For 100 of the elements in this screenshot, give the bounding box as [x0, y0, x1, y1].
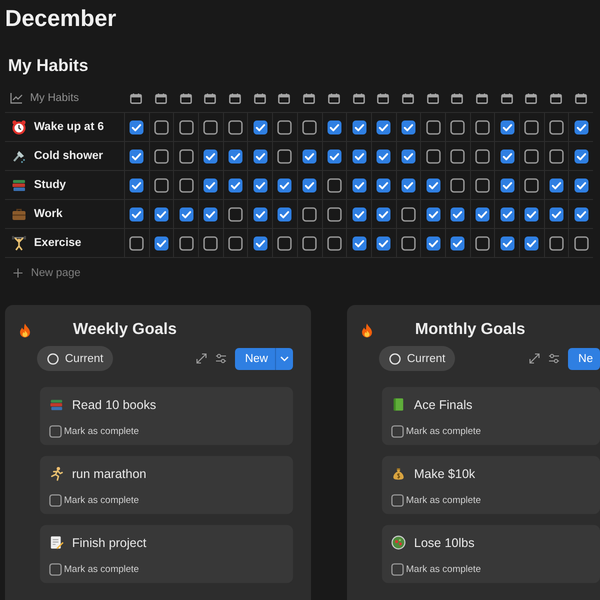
checkbox[interactable]: [228, 178, 244, 192]
checkbox[interactable]: [178, 120, 194, 134]
checkbox[interactable]: [376, 206, 392, 222]
checkbox[interactable]: [524, 178, 540, 192]
checkbox[interactable]: [400, 148, 416, 164]
checkbox[interactable]: [129, 120, 144, 134]
goal-card[interactable]: Lose 10lbs Mark as complete: [382, 525, 600, 583]
checkbox[interactable]: [500, 120, 515, 134]
checkbox[interactable]: [426, 148, 441, 164]
checkbox[interactable]: [178, 236, 194, 250]
checkbox[interactable]: [426, 206, 441, 222]
checkbox[interactable]: [252, 236, 268, 250]
filter-tab[interactable]: Current: [379, 346, 456, 371]
checkbox[interactable]: [474, 236, 490, 250]
checkbox[interactable]: [474, 148, 490, 164]
checkbox[interactable]: [400, 236, 416, 250]
expand-icon[interactable]: [529, 353, 540, 364]
checkbox[interactable]: [500, 236, 515, 250]
checkbox[interactable]: [154, 178, 170, 192]
checkbox[interactable]: [400, 120, 416, 134]
checkbox[interactable]: [352, 148, 367, 164]
checkbox[interactable]: [352, 178, 367, 192]
checkbox[interactable]: [474, 206, 490, 222]
checkbox[interactable]: [352, 236, 367, 250]
goal-card[interactable]: Make $10k Mark as complete: [382, 456, 600, 514]
checkbox[interactable]: [228, 148, 244, 164]
checkbox[interactable]: [376, 236, 392, 250]
checkbox[interactable]: [326, 120, 342, 134]
goal-card[interactable]: Read 10 books Mark as complete: [40, 387, 293, 445]
checkbox[interactable]: [574, 178, 589, 192]
checkbox[interactable]: [129, 206, 144, 222]
checkbox[interactable]: [326, 148, 342, 164]
checkbox[interactable]: [426, 236, 441, 250]
checkbox[interactable]: [178, 148, 194, 164]
checkbox[interactable]: [277, 120, 292, 134]
checkbox[interactable]: [129, 148, 144, 164]
checkbox[interactable]: [154, 120, 170, 134]
checkbox[interactable]: [277, 206, 292, 222]
checkbox[interactable]: [574, 120, 589, 134]
filter-tab[interactable]: Current: [37, 346, 114, 371]
checkbox[interactable]: [450, 178, 466, 192]
checkbox[interactable]: [352, 206, 367, 222]
goal-card[interactable]: Ace Finals Mark as complete: [382, 387, 600, 445]
checkbox[interactable]: [178, 206, 194, 222]
checkbox[interactable]: [203, 148, 218, 164]
checkbox[interactable]: [252, 148, 268, 164]
checkbox[interactable]: [203, 178, 218, 192]
checkbox[interactable]: [426, 120, 441, 134]
checkbox[interactable]: [426, 178, 441, 192]
checkbox[interactable]: [49, 494, 62, 507]
checkbox[interactable]: [326, 236, 342, 250]
checkbox[interactable]: [376, 178, 392, 192]
checkbox[interactable]: [524, 236, 540, 250]
checkbox[interactable]: [277, 236, 292, 250]
new-page-link[interactable]: New page: [31, 267, 81, 279]
checkbox[interactable]: [500, 178, 515, 192]
checkbox[interactable]: [391, 494, 404, 507]
checkbox[interactable]: [450, 206, 466, 222]
checkbox[interactable]: [391, 425, 404, 438]
checkbox[interactable]: [252, 120, 268, 134]
checkbox[interactable]: [302, 236, 318, 250]
checkbox[interactable]: [277, 148, 292, 164]
checkbox[interactable]: [302, 148, 318, 164]
checkbox[interactable]: [302, 178, 318, 192]
checkbox[interactable]: [450, 236, 466, 250]
checkbox[interactable]: [549, 206, 564, 222]
checkbox[interactable]: [277, 178, 292, 192]
checkbox[interactable]: [549, 120, 564, 134]
sliders-icon[interactable]: [214, 353, 227, 364]
checkbox[interactable]: [400, 178, 416, 192]
goal-card[interactable]: Finish project Mark as complete: [40, 525, 293, 583]
goal-card[interactable]: run marathon Mark as complete: [40, 456, 293, 514]
checkbox[interactable]: [252, 178, 268, 192]
checkbox[interactable]: [524, 148, 540, 164]
checkbox[interactable]: [574, 206, 589, 222]
checkbox[interactable]: [49, 563, 62, 576]
checkbox[interactable]: [302, 120, 318, 134]
checkbox[interactable]: [228, 120, 244, 134]
checkbox[interactable]: [252, 206, 268, 222]
checkbox[interactable]: [549, 236, 564, 250]
expand-icon[interactable]: [196, 353, 207, 364]
checkbox[interactable]: [474, 120, 490, 134]
checkbox[interactable]: [154, 148, 170, 164]
checkbox[interactable]: [500, 148, 515, 164]
checkbox[interactable]: [49, 425, 62, 438]
checkbox[interactable]: [500, 206, 515, 222]
checkbox[interactable]: [391, 563, 404, 576]
checkbox[interactable]: [450, 120, 466, 134]
checkbox[interactable]: [400, 206, 416, 222]
checkbox[interactable]: [203, 236, 218, 250]
checkbox[interactable]: [574, 148, 589, 164]
checkbox[interactable]: [228, 236, 244, 250]
checkbox[interactable]: [450, 148, 466, 164]
checkbox[interactable]: [129, 236, 144, 250]
checkbox[interactable]: [549, 178, 564, 192]
checkbox[interactable]: [203, 120, 218, 134]
checkbox[interactable]: [228, 206, 244, 222]
checkbox[interactable]: [524, 120, 540, 134]
checkbox[interactable]: [549, 148, 564, 164]
checkbox[interactable]: [574, 236, 589, 250]
